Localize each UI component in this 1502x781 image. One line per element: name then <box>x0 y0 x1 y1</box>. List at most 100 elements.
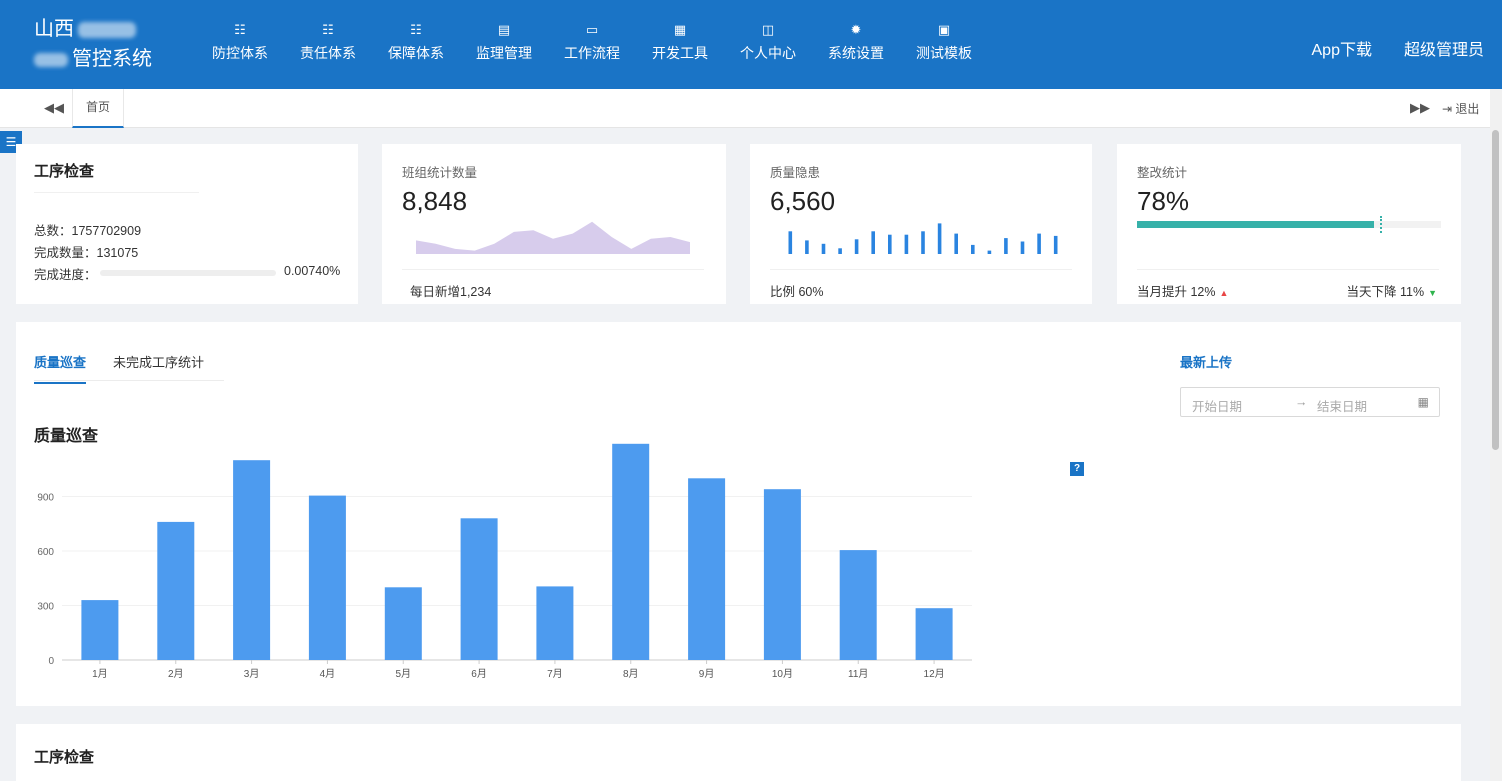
divider <box>34 192 199 193</box>
divider <box>1137 269 1439 270</box>
team-count-card: 班组统计数量 8,848 每日新增1,234 <box>382 144 726 304</box>
bar-9月[interactable] <box>688 478 726 660</box>
rectify-progress-fill <box>1137 221 1375 228</box>
monitor-icon: ▭ <box>585 22 599 37</box>
bar-7月[interactable] <box>536 586 574 660</box>
end-date-input[interactable]: 结束日期 <box>1317 396 1367 415</box>
list-icon: ☷ <box>234 22 246 37</box>
gear-icon: ✹ <box>850 22 862 37</box>
sparkline-bar <box>1037 233 1041 254</box>
nav-item-2[interactable]: ☷ 责任体系 <box>284 20 372 70</box>
card-title: 班组统计数量 <box>402 166 478 180</box>
nav-item-3[interactable]: ☷ 保障体系 <box>372 20 460 70</box>
x-tick-label: 9月 <box>699 668 715 680</box>
done-row: 完成数量：131075 <box>34 242 138 261</box>
nav-item-6[interactable]: ▦ 开发工具 <box>636 20 724 70</box>
tab-unfinished-process[interactable]: 未完成工序统计 <box>113 352 204 371</box>
nav-item-1[interactable]: ☷ 防控体系 <box>196 20 284 70</box>
user-menu[interactable]: 超级管理员 <box>1404 36 1484 60</box>
bar-2月[interactable] <box>157 521 195 660</box>
y-tick-label: 900 <box>37 493 54 504</box>
exit-button[interactable]: ⇥ 退出 <box>1442 100 1479 117</box>
x-tick-label: 2月 <box>168 668 184 680</box>
x-tick-label: 5月 <box>395 668 411 680</box>
x-tick-label: 12月 <box>924 668 945 680</box>
x-tick-label: 7月 <box>547 668 563 680</box>
help-icon[interactable]: ? <box>1070 462 1084 476</box>
card-title: 整改统计 <box>1137 166 1188 180</box>
nav-item-8[interactable]: ✹ 系统设置 <box>812 20 900 70</box>
hazard-count-value: 6,560 <box>770 186 836 216</box>
save-icon: ▣ <box>937 22 951 37</box>
x-tick-label: 1月 <box>92 668 108 680</box>
bar-1月[interactable] <box>81 600 119 660</box>
quality-patrol-bar-chart: 0 300 600 900 1月 2月 3月 4月 5月 6月 7月 8月 9月 10月 11月 12月 <box>37 443 972 680</box>
total-value: 1757702909 <box>71 224 142 238</box>
page-tabs-bar: ◀◀ 首页 ▶▶ ⇥ 退出 <box>0 89 1490 128</box>
bar-8月[interactable] <box>612 443 650 660</box>
sparkline-bar <box>1004 238 1008 254</box>
bar-6月[interactable] <box>460 518 498 660</box>
caret-down-icon: ▼ <box>1428 288 1437 298</box>
x-tick-label: 10月 <box>772 668 793 680</box>
top-navbar: 山西 管控系统 ☷ 防控体系 ☷ 责任体系 ☷ 保障体系 ▤ 监理管理 ▭ 工作流程 ▦ 开发工具 ◫ 个… <box>0 0 1502 89</box>
tab-home[interactable]: 首页 <box>72 89 124 128</box>
brand-logo[interactable]: 山西 管控系统 <box>34 14 184 74</box>
table-icon: ▤ <box>497 22 511 37</box>
nav-item-label: 防控体系 <box>212 45 268 61</box>
bar-5月[interactable] <box>384 587 422 660</box>
redacted-text <box>78 21 136 38</box>
process-check-panel: 工序检查 <box>16 724 1461 781</box>
tabs-scroll-right-icon[interactable]: ▶▶ <box>1410 100 1430 116</box>
brand-title-line1: 山西 <box>34 18 74 40</box>
sparkline-bar <box>1053 235 1058 254</box>
bar-10月[interactable] <box>763 489 801 660</box>
scrollbar-thumb[interactable] <box>1492 130 1499 450</box>
nav-item-9[interactable]: ▣ 测试模板 <box>900 20 988 70</box>
sparkline-bar <box>838 248 842 254</box>
bar-12月[interactable] <box>915 608 953 660</box>
sparkline-bar <box>987 250 992 254</box>
bar-3月[interactable] <box>233 460 271 660</box>
nav-item-label: 个人中心 <box>740 45 796 61</box>
sparkline-bar <box>854 239 859 254</box>
sparkline-bar <box>805 240 809 254</box>
nav-item-7[interactable]: ◫ 个人中心 <box>724 20 812 70</box>
x-tick-label: 3月 <box>244 668 260 680</box>
rectify-percent-value: 78% <box>1137 186 1190 216</box>
sparkline-bar <box>971 244 975 254</box>
latest-upload-link[interactable]: 最新上传 <box>1180 352 1232 371</box>
quality-hazard-card: 质量隐患 6,560 比例 60% <box>750 144 1092 304</box>
done-value: 131075 <box>96 246 139 260</box>
nav-item-label: 保障体系 <box>388 45 444 61</box>
sparkline-bar <box>904 234 909 254</box>
target-marker <box>1380 216 1383 233</box>
start-date-input[interactable]: 开始日期 <box>1192 396 1242 415</box>
app-download-link[interactable]: App下载 <box>1312 36 1372 60</box>
area-sparkline <box>416 221 690 254</box>
nav-item-4[interactable]: ▤ 监理管理 <box>460 20 548 70</box>
panel-title: 工序检查 <box>34 749 95 766</box>
bar-sparkline <box>788 223 1058 254</box>
bar-4月[interactable] <box>308 495 346 660</box>
bar-11月[interactable] <box>839 550 877 660</box>
redacted-text <box>34 52 68 67</box>
divider <box>402 269 704 270</box>
columns-icon: ◫ <box>761 22 775 37</box>
list-icon: ☷ <box>322 22 334 37</box>
month-increase-text: 当月提升 12% <box>1137 285 1216 299</box>
nav-item-label: 测试模板 <box>916 45 972 61</box>
sparkline-bar <box>921 231 925 254</box>
sparkline-bar <box>871 231 875 254</box>
grid-icon: ▦ <box>673 22 687 37</box>
nav-item-5[interactable]: ▭ 工作流程 <box>548 20 636 70</box>
nav-item-label: 监理管理 <box>476 45 532 61</box>
date-range-picker[interactable]: 开始日期 → 结束日期 ▦ <box>1180 387 1440 417</box>
caret-up-icon: ▲ <box>1219 288 1229 298</box>
x-tick-label: 4月 <box>320 668 336 680</box>
calendar-icon[interactable]: ▦ <box>1418 395 1429 409</box>
nav-item-label: 责任体系 <box>300 45 356 61</box>
tabs-scroll-left-icon[interactable]: ◀◀ <box>44 100 64 116</box>
y-tick-label: 300 <box>37 602 54 613</box>
total-row: 总数：1757702909 <box>34 220 141 239</box>
